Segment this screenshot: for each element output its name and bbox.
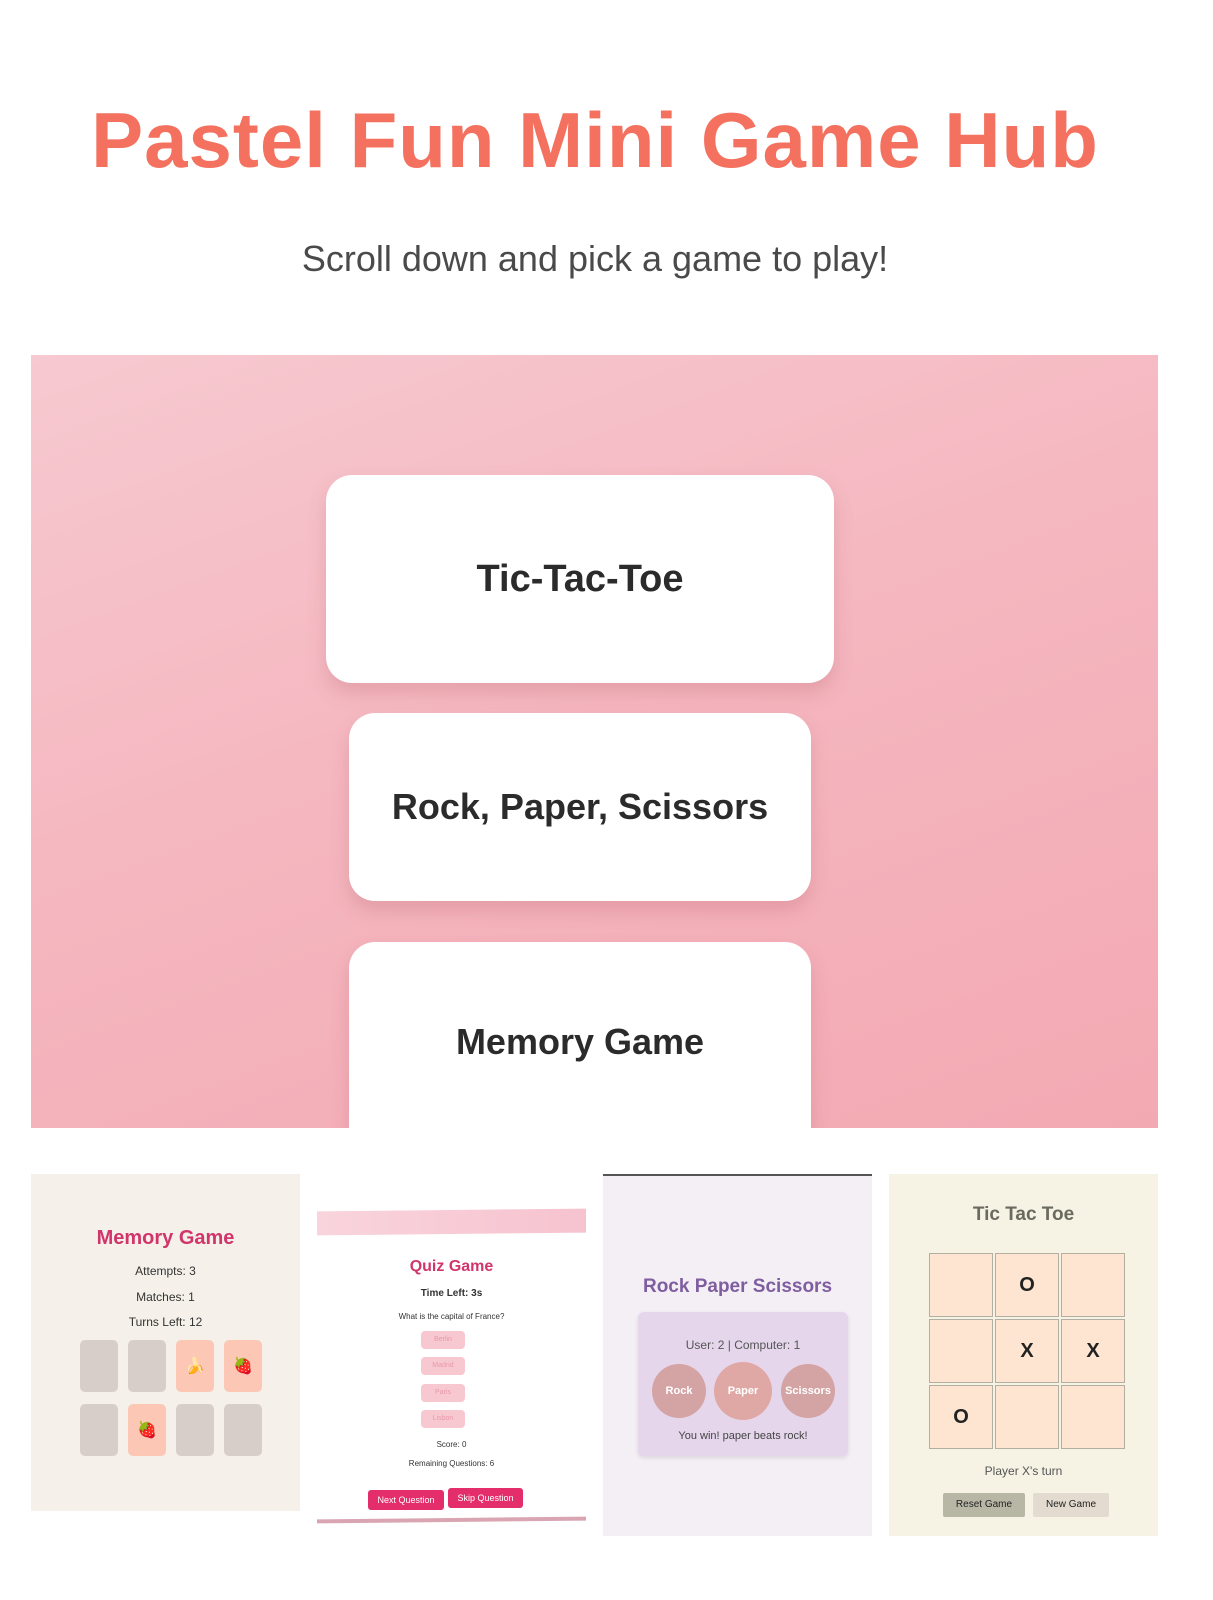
ttt-cell[interactable] <box>995 1385 1059 1449</box>
memory-tile-banana[interactable]: 🍌 <box>176 1340 214 1392</box>
tic-tac-toe-preview: Tic Tac Toe O X X O Player X's turn Rese… <box>889 1174 1158 1536</box>
ttt-status: Player X's turn <box>984 1464 1063 1478</box>
next-question-button[interactable]: Next Question <box>368 1490 444 1510</box>
memory-tile-strawberry[interactable]: 🍓 <box>224 1340 262 1392</box>
quiz-option[interactable]: Berlin <box>421 1331 465 1349</box>
memory-tile[interactable] <box>224 1404 262 1456</box>
quiz-option[interactable]: Paris <box>421 1384 465 1402</box>
memory-tile[interactable] <box>128 1340 166 1392</box>
memory-game-card[interactable]: Memory Game <box>349 942 811 1128</box>
ttt-cell[interactable] <box>1061 1385 1125 1449</box>
memory-grid: 🍌 🍓 🍓 <box>80 1340 266 1456</box>
rps-score: User: 2 | Computer: 1 <box>685 1338 801 1352</box>
ttt-board: O X X O <box>929 1253 1125 1449</box>
quiz-score: Score: 0 <box>436 1440 467 1449</box>
memory-tile-strawberry[interactable]: 🍓 <box>128 1404 166 1456</box>
quiz-timer: Time Left: 3s <box>420 1288 483 1299</box>
scissors-button[interactable]: Scissors <box>781 1364 835 1418</box>
rock-button[interactable]: Rock <box>652 1364 706 1418</box>
quiz-option[interactable]: Lisbon <box>421 1410 465 1428</box>
memory-game-preview: Memory Game Attempts: 3 Matches: 1 Turns… <box>31 1174 300 1511</box>
memory-matches: Matches: 1 <box>136 1290 195 1304</box>
rps-title: Rock Paper Scissors <box>642 1276 833 1297</box>
ttt-cell[interactable]: O <box>929 1385 993 1449</box>
reset-game-button[interactable]: Reset Game <box>943 1493 1025 1517</box>
page-title: Pastel Fun Mini Game Hub <box>91 96 1099 184</box>
quiz-game-preview: Quiz Game Time Left: 3s What is the capi… <box>317 1174 586 1524</box>
rps-result: You win! paper beats rock! <box>678 1430 808 1442</box>
ttt-cell[interactable]: X <box>995 1319 1059 1383</box>
quiz-footer-band <box>317 1516 586 1524</box>
memory-attempts: Attempts: 3 <box>135 1264 196 1278</box>
memory-tile[interactable] <box>80 1404 118 1456</box>
quiz-title: Quiz Game <box>409 1258 494 1275</box>
memory-turns-left: Turns Left: 12 <box>128 1315 203 1329</box>
rock-paper-scissors-card[interactable]: Rock, Paper, Scissors <box>349 713 811 901</box>
quiz-remaining: Remaining Questions: 6 <box>408 1459 495 1468</box>
paper-button[interactable]: Paper <box>714 1362 772 1420</box>
tic-tac-toe-card[interactable]: Tic-Tac-Toe <box>326 475 834 683</box>
ttt-cell[interactable]: O <box>995 1253 1059 1317</box>
quiz-question: What is the capital of France? <box>398 1312 505 1321</box>
ttt-title: Tic Tac Toe <box>972 1204 1075 1225</box>
game-menu: Tic-Tac-Toe Rock, Paper, Scissors Memory… <box>31 355 1158 1128</box>
ttt-cell[interactable] <box>1061 1253 1125 1317</box>
memory-tile[interactable] <box>176 1404 214 1456</box>
memory-tile[interactable] <box>80 1340 118 1392</box>
new-game-button[interactable]: New Game <box>1033 1493 1109 1517</box>
skip-question-button[interactable]: Skip Question <box>448 1488 523 1508</box>
ttt-cell[interactable] <box>929 1253 993 1317</box>
memory-title: Memory Game <box>96 1227 235 1249</box>
rps-panel: User: 2 | Computer: 1 Rock Paper Scissor… <box>638 1312 848 1456</box>
quiz-header-band <box>317 1208 586 1236</box>
rock-paper-scissors-preview: Rock Paper Scissors User: 2 | Computer: … <box>603 1174 872 1536</box>
quiz-option[interactable]: Madrid <box>421 1357 465 1375</box>
ttt-cell[interactable] <box>929 1319 993 1383</box>
page-subtitle: Scroll down and pick a game to play! <box>301 238 889 279</box>
ttt-cell[interactable]: X <box>1061 1319 1125 1383</box>
